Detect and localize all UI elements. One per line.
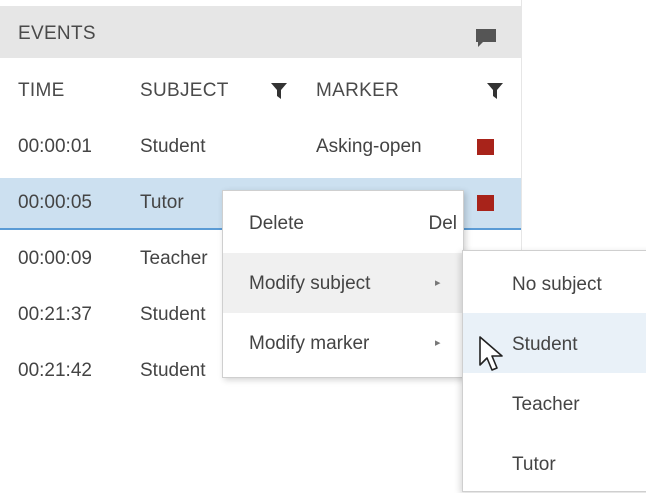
submenu-item-label: Student (512, 334, 578, 355)
submenu-item-teacher[interactable]: Teacher (463, 373, 646, 433)
events-header: EVENTS (0, 6, 521, 58)
subject-filter-icon[interactable] (270, 82, 288, 100)
event-time: 00:21:37 (18, 304, 92, 325)
column-header-subject[interactable]: SUBJECT (140, 80, 229, 102)
marker-filter-icon[interactable] (486, 82, 504, 100)
menu-item-label: Modify marker (249, 333, 370, 354)
event-subject: Teacher (140, 248, 208, 269)
menu-item-modify-subject[interactable]: Modify subject ▸ (223, 253, 463, 313)
event-time: 00:00:09 (18, 248, 92, 269)
comment-icon[interactable] (474, 27, 498, 49)
event-subject: Student (140, 360, 206, 381)
submenu-item-label: Teacher (512, 394, 580, 415)
submenu-item-label: Tutor (512, 454, 556, 475)
menu-item-label: Modify subject (249, 273, 371, 294)
submenu-item-tutor[interactable]: Tutor (463, 433, 646, 493)
marker-color-swatch (477, 195, 494, 211)
mouse-pointer-icon (479, 336, 503, 371)
submenu-item-label: No subject (512, 274, 602, 295)
submenu-item-no-subject[interactable]: No subject (463, 253, 646, 313)
column-header-time[interactable]: TIME (18, 80, 65, 102)
marker-color-swatch (477, 139, 494, 155)
column-headers: TIME SUBJECT MARKER (0, 58, 521, 122)
event-subject: Student (140, 304, 206, 325)
event-time: 00:00:05 (18, 192, 92, 213)
menu-item-modify-marker[interactable]: Modify marker ▸ (223, 313, 463, 373)
event-subject: Student (140, 136, 206, 157)
event-marker: Asking-open (316, 136, 422, 157)
event-subject: Tutor (140, 192, 184, 213)
menu-item-shortcut: Del (428, 213, 457, 234)
column-header-marker[interactable]: MARKER (316, 80, 399, 102)
menu-item-label: Delete (249, 213, 304, 234)
context-menu: Delete Del Modify subject ▸ Modify marke… (222, 190, 464, 378)
events-title: EVENTS (18, 23, 96, 44)
event-row[interactable]: 00:00:01 Student Asking-open (0, 122, 521, 172)
submenu-arrow-icon: ▸ (435, 277, 441, 289)
event-time: 00:00:01 (18, 136, 92, 157)
menu-item-delete[interactable]: Delete Del (223, 193, 463, 253)
event-time: 00:21:42 (18, 360, 92, 381)
submenu-arrow-icon: ▸ (435, 337, 441, 349)
